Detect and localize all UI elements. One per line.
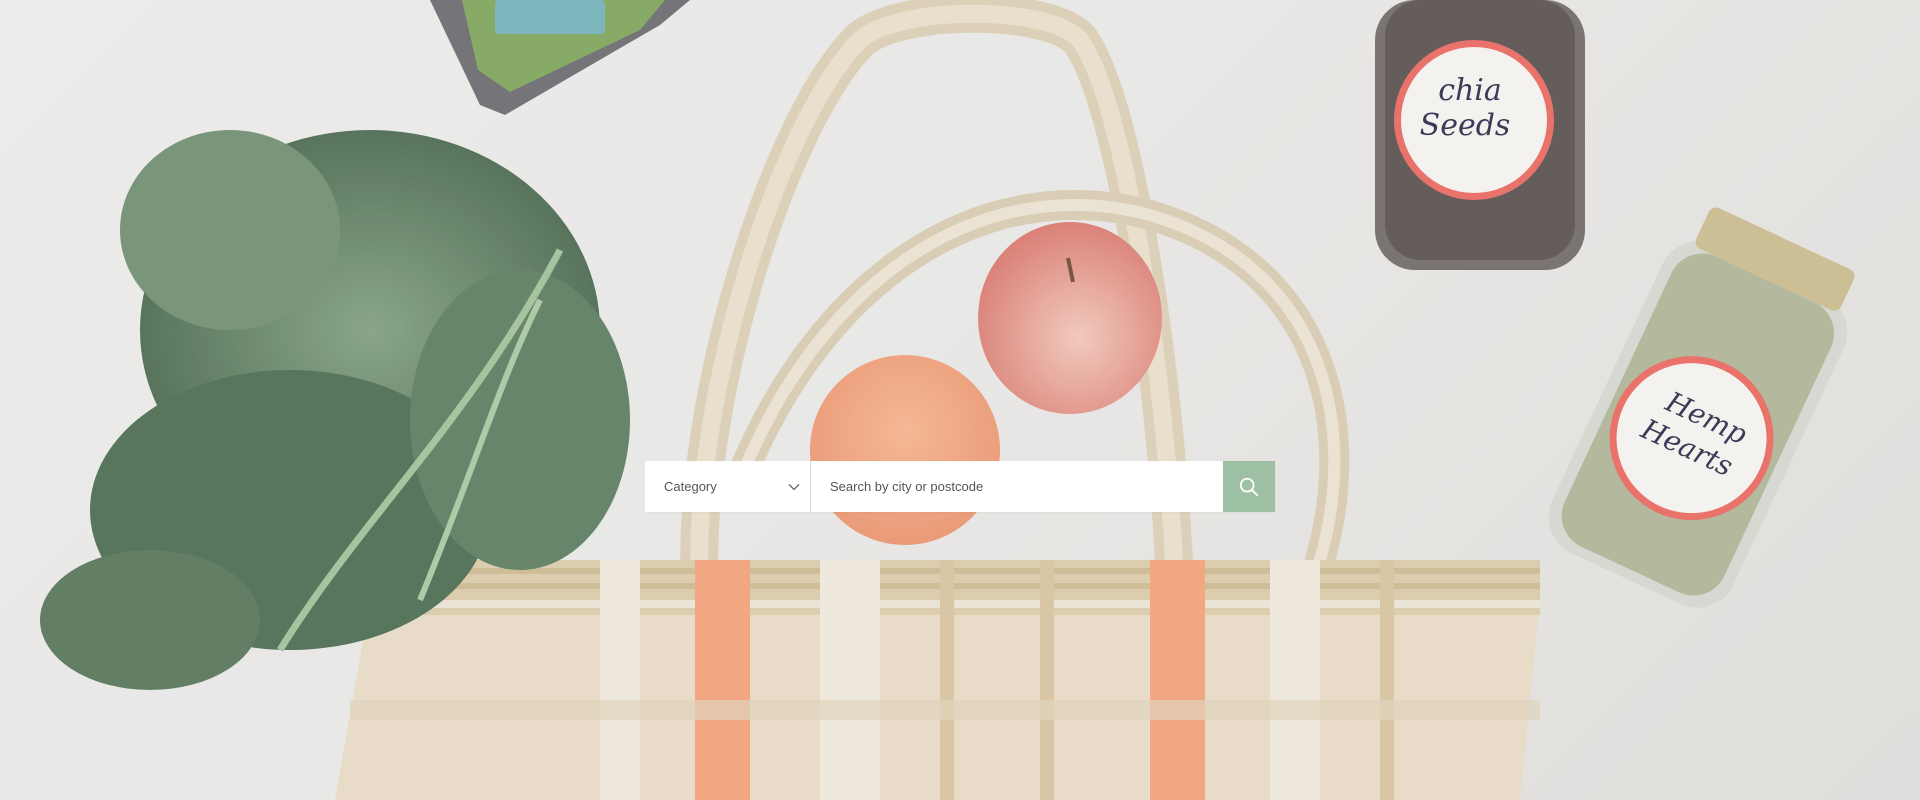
napkin-decor <box>430 0 690 115</box>
jar-hemp-hearts: Hemp Hearts <box>1548 207 1855 608</box>
location-search-input[interactable] <box>811 461 1223 512</box>
search-bar: Category <box>645 461 1275 512</box>
orange-decor <box>810 355 1000 545</box>
chevron-down-icon <box>788 483 800 490</box>
hero-banner: chia Seeds Hemp Hearts Category <box>0 0 1920 800</box>
category-dropdown-label: Category <box>664 479 717 494</box>
search-icon <box>1239 477 1259 496</box>
svg-text:Seeds: Seeds <box>1420 108 1511 143</box>
category-dropdown[interactable]: Category <box>645 461 811 512</box>
apple-decor <box>978 222 1162 414</box>
jar-chia-seeds: chia Seeds <box>1375 0 1585 270</box>
search-button[interactable] <box>1223 461 1275 512</box>
svg-text:chia: chia <box>1438 73 1502 108</box>
hero-background-image: chia Seeds Hemp Hearts <box>40 0 1855 800</box>
tote-bag-body <box>335 560 1540 800</box>
